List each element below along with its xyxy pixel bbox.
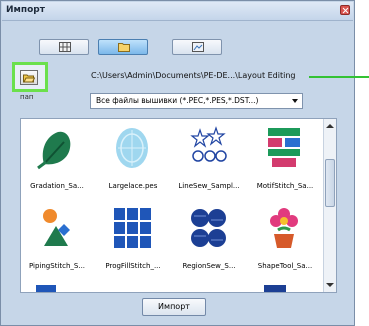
title-bar: Импорт [2, 2, 353, 21]
scroll-down-icon[interactable] [326, 283, 334, 287]
current-path: C:\Users\Admin\Documents\PE-DE...\Layout… [91, 71, 296, 80]
scroll-thumb[interactable] [325, 159, 335, 207]
leaf-embroidery-icon [37, 131, 71, 170]
file-name: MotifStitch_Sa... [256, 182, 314, 190]
file-type-value: Все файлы вышивки (*.PEC,*.PES,*.DST...) [96, 96, 259, 105]
callout-line [309, 76, 369, 78]
open-folder-icon [23, 74, 35, 83]
partial-row-thumbnail [264, 285, 286, 292]
file-tile[interactable]: ProgFillStitch_... [101, 201, 163, 279]
file-tile[interactable]: RegionSew_S... [177, 201, 239, 279]
file-tile[interactable]: MotifStitch_Sa... [253, 121, 315, 199]
preview-icon [192, 42, 204, 52]
dialog-title: Импорт [6, 5, 45, 15]
file-tile[interactable]: PipingStitch_S... [25, 201, 87, 279]
folder-view-button[interactable] [98, 39, 148, 55]
file-name: PipingStitch_S... [28, 262, 86, 270]
folder-icon [118, 43, 130, 52]
file-name: RegionSew_S... [182, 262, 236, 270]
piping-stitch-icon [43, 209, 70, 246]
file-name: ProgFillStitch_... [105, 262, 161, 270]
flower-pot-icon [270, 208, 298, 248]
preview-view-button[interactable] [172, 39, 222, 55]
motif-stitch-icon [268, 128, 300, 167]
file-tile[interactable]: ShapeTool_Sa... [253, 201, 315, 279]
folder-button-caption: пап [20, 93, 34, 101]
import-button-label: Импорт [158, 302, 190, 311]
lace-oval-icon [116, 128, 148, 168]
file-type-select[interactable]: Все файлы вышивки (*.PEC,*.PES,*.DST...) [90, 93, 303, 109]
browse-folder-frame [20, 70, 38, 85]
file-tile[interactable]: Gradation_Sa... [25, 121, 87, 199]
import-dialog: Импорт пап C:\Users\Admin\Documents\PE-D… [0, 0, 369, 326]
file-name: ShapeTool_Sa... [257, 262, 313, 270]
prog-fill-icon [114, 208, 151, 248]
file-name: Gradation_Sa... [30, 182, 84, 190]
region-sew-icon [191, 209, 226, 247]
thumbnail-grid-icon [59, 42, 71, 52]
import-button[interactable]: Импорт [142, 298, 206, 316]
file-thumbnail-list[interactable]: Gradation_Sa... Largelace.pes LineSew_Sa… [20, 118, 337, 293]
file-name: Largelace.pes [108, 182, 158, 190]
line-stars-icon [190, 126, 227, 162]
file-tile[interactable]: LineSew_Sampl... [177, 121, 240, 199]
vertical-scrollbar[interactable] [323, 119, 336, 292]
partial-row-thumbnail [36, 285, 56, 292]
file-name: LineSew_Sampl... [178, 182, 240, 190]
scroll-up-icon[interactable] [326, 124, 334, 128]
browse-folder-button[interactable] [12, 62, 48, 92]
chevron-down-icon[interactable] [292, 99, 298, 103]
thumbnail-view-button[interactable] [39, 39, 89, 55]
close-icon[interactable] [340, 5, 350, 15]
file-tile[interactable]: Largelace.pes [101, 121, 163, 199]
